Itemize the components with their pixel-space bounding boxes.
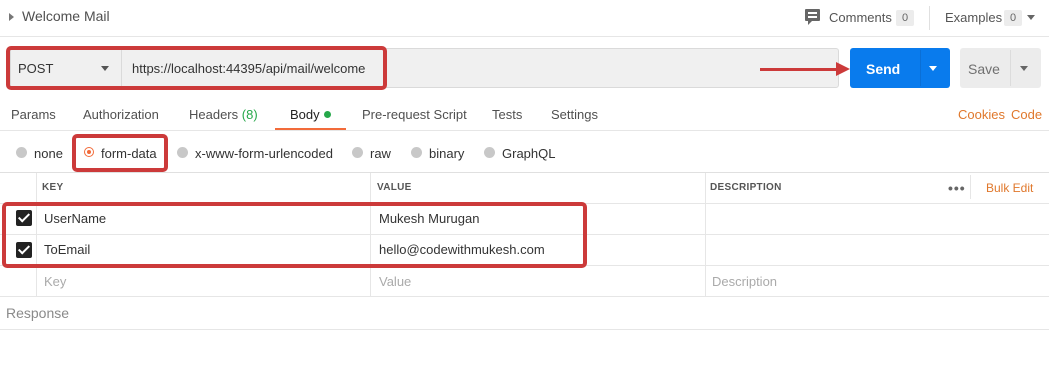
annotation-box-form-data	[72, 134, 168, 172]
comments-count-badge: 0	[896, 10, 914, 26]
save-options-chevron-icon[interactable]	[1020, 66, 1028, 71]
column-header-key: KEY	[42, 182, 64, 193]
request-title[interactable]: Welcome Mail	[22, 8, 110, 24]
send-button-label[interactable]: Send	[866, 61, 900, 77]
save-divider	[1010, 50, 1011, 86]
response-section-label[interactable]: Response	[6, 305, 69, 321]
tabs-divider	[0, 130, 1049, 131]
caret-right-icon[interactable]	[9, 13, 14, 21]
radio-graphql-label[interactable]: GraphQL	[502, 146, 555, 161]
new-value-input[interactable]: Value	[379, 274, 411, 289]
headers-count: (8)	[241, 107, 258, 122]
code-link[interactable]: Code	[1011, 107, 1042, 122]
tab-headers-label: Headers	[189, 107, 239, 122]
radio-graphql[interactable]	[484, 147, 495, 158]
tab-tests[interactable]: Tests	[492, 107, 522, 122]
examples-button[interactable]: Examples	[945, 10, 1002, 25]
chevron-down-icon[interactable]	[1027, 15, 1035, 20]
tab-pre-request-script[interactable]: Pre-request Script	[362, 107, 467, 122]
row-divider	[0, 296, 1049, 297]
column-divider	[705, 173, 706, 297]
radio-none-label[interactable]: none	[34, 146, 63, 161]
radio-none[interactable]	[16, 147, 27, 158]
column-header-value: VALUE	[377, 182, 412, 193]
tab-settings[interactable]: Settings	[551, 107, 598, 122]
annotation-arrow-head	[836, 62, 850, 76]
response-divider	[0, 329, 1049, 330]
examples-count-badge: 0	[1004, 10, 1022, 26]
column-header-description: DESCRIPTION	[710, 182, 782, 193]
column-divider	[970, 175, 971, 199]
tab-params[interactable]: Params	[11, 107, 56, 122]
radio-binary-label[interactable]: binary	[429, 146, 464, 161]
bulk-edit-link[interactable]: Bulk Edit	[986, 181, 1033, 195]
annotation-box-rows	[2, 202, 587, 268]
annotation-arrow-line	[760, 68, 840, 71]
annotation-box-request	[6, 46, 387, 90]
new-key-input[interactable]: Key	[44, 274, 66, 289]
more-options-icon[interactable]: •••	[948, 180, 966, 196]
tab-authorization[interactable]: Authorization	[83, 107, 159, 122]
save-button-label[interactable]: Save	[968, 61, 1000, 77]
tab-headers[interactable]: Headers (8)	[189, 107, 258, 122]
radio-x-www-form-urlencoded-label[interactable]: x-www-form-urlencoded	[195, 146, 333, 161]
cookies-link[interactable]: Cookies	[958, 107, 1005, 122]
new-description-input[interactable]: Description	[712, 274, 777, 289]
table-top-border	[0, 172, 1049, 173]
radio-x-www-form-urlencoded[interactable]	[177, 147, 188, 158]
radio-raw-label[interactable]: raw	[370, 146, 391, 161]
send-divider	[920, 50, 921, 86]
body-indicator-dot	[324, 111, 331, 118]
radio-raw[interactable]	[352, 147, 363, 158]
send-options-chevron-icon[interactable]	[929, 66, 937, 71]
header-divider	[929, 6, 930, 30]
comments-button[interactable]: Comments	[829, 10, 892, 25]
comments-icon[interactable]	[805, 9, 820, 25]
radio-binary[interactable]	[411, 147, 422, 158]
tab-body[interactable]: Body	[290, 107, 320, 122]
